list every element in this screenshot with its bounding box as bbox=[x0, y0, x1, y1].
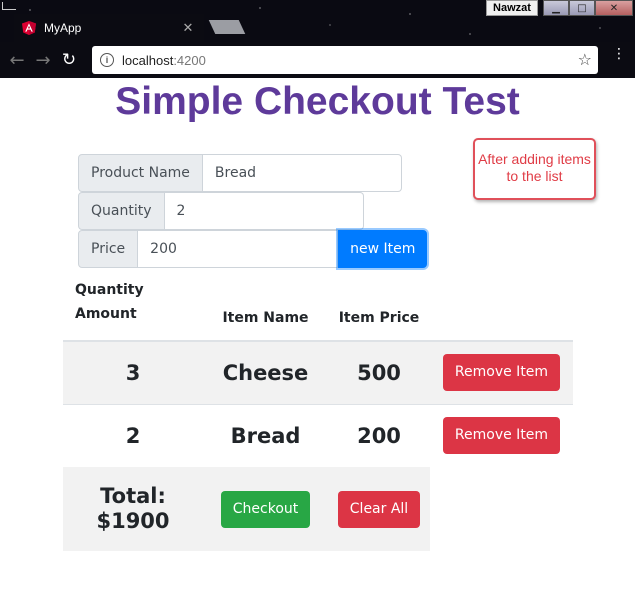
maximize-button[interactable]: □ bbox=[569, 0, 595, 16]
total-row: Total: $1900 Checkout Clear All bbox=[63, 467, 573, 551]
angular-logo-icon bbox=[22, 21, 36, 35]
table-header-row: Quantity Amount Item Name Item Price bbox=[63, 270, 573, 342]
header-quantity: Quantity Amount bbox=[63, 270, 203, 342]
total-cell: Total: $1900 bbox=[63, 467, 203, 551]
bookmark-star-icon[interactable]: ☆ bbox=[578, 50, 592, 69]
minimize-button[interactable]: ▁ bbox=[543, 0, 569, 16]
product-name-label: Product Name bbox=[78, 154, 203, 192]
row-item-price: 500 bbox=[328, 340, 430, 404]
quantity-label: Quantity bbox=[78, 192, 165, 230]
browser-tab[interactable]: MyApp ✕ bbox=[14, 14, 204, 42]
info-icon[interactable]: i bbox=[100, 53, 114, 67]
total-label: Total: bbox=[100, 484, 166, 508]
forward-arrow-icon[interactable]: → bbox=[30, 50, 56, 71]
clear-all-button[interactable]: Clear All bbox=[337, 490, 421, 528]
url-port: :4200 bbox=[173, 52, 206, 68]
header-item-price: Item Price bbox=[328, 270, 430, 342]
row-item-name: Bread bbox=[203, 403, 328, 467]
new-tab-button[interactable] bbox=[208, 20, 246, 34]
remove-item-button[interactable]: Remove Item bbox=[442, 417, 561, 455]
quantity-input[interactable] bbox=[164, 192, 364, 230]
product-name-input[interactable] bbox=[202, 154, 402, 192]
checkout-button[interactable]: Checkout bbox=[220, 490, 311, 528]
product-name-group: Product Name bbox=[78, 154, 404, 192]
clear-all-cell: Clear All bbox=[328, 467, 430, 551]
annotation-note: After adding items to the list bbox=[473, 138, 596, 200]
quantity-group: Quantity bbox=[78, 192, 364, 230]
remove-item-button[interactable]: Remove Item bbox=[442, 354, 561, 392]
row-action-cell: Remove Item bbox=[430, 340, 573, 404]
row-quantity: 3 bbox=[63, 340, 203, 404]
row-item-price: 200 bbox=[328, 403, 430, 467]
reload-icon[interactable]: ↻ bbox=[56, 50, 82, 70]
tab-title: MyApp bbox=[44, 21, 82, 35]
row-quantity: 2 bbox=[63, 403, 203, 467]
browser-titlebar: MyApp ✕ Nawzat ▁ □ ✕ bbox=[0, 0, 635, 42]
row-item-name: Cheese bbox=[203, 340, 328, 404]
table-row: 2 Bread 200 Remove Item bbox=[63, 403, 573, 467]
checkout-cell: Checkout bbox=[203, 467, 328, 551]
back-arrow-icon[interactable]: ← bbox=[4, 50, 30, 71]
browser-toolbar: ← → ↻ i localhost :4200 ☆ ⋮ bbox=[0, 42, 635, 78]
header-item-name: Item Name bbox=[203, 270, 328, 342]
user-profile-badge[interactable]: Nawzat bbox=[486, 0, 538, 16]
empty-cell bbox=[430, 467, 573, 551]
row-action-cell: Remove Item bbox=[430, 403, 573, 467]
url-host: localhost bbox=[122, 52, 174, 68]
cart-table: Quantity Amount Item Name Item Price 3 C… bbox=[63, 270, 573, 551]
window-corner-icon bbox=[2, 2, 16, 10]
close-window-button[interactable]: ✕ bbox=[595, 0, 633, 16]
price-group: Price new Item bbox=[78, 230, 430, 268]
browser-menu-icon[interactable]: ⋮ bbox=[612, 47, 626, 61]
tab-close-icon[interactable]: ✕ bbox=[180, 21, 196, 36]
page-title: Simple Checkout Test bbox=[115, 80, 520, 123]
table-row: 3 Cheese 500 Remove Item bbox=[63, 340, 573, 404]
new-item-button[interactable]: new Item bbox=[338, 230, 428, 268]
total-value: $1900 bbox=[96, 509, 170, 533]
address-bar[interactable]: i localhost :4200 ☆ bbox=[92, 46, 598, 74]
header-actions bbox=[430, 270, 573, 342]
price-label: Price bbox=[78, 230, 139, 268]
price-input[interactable] bbox=[138, 230, 339, 268]
